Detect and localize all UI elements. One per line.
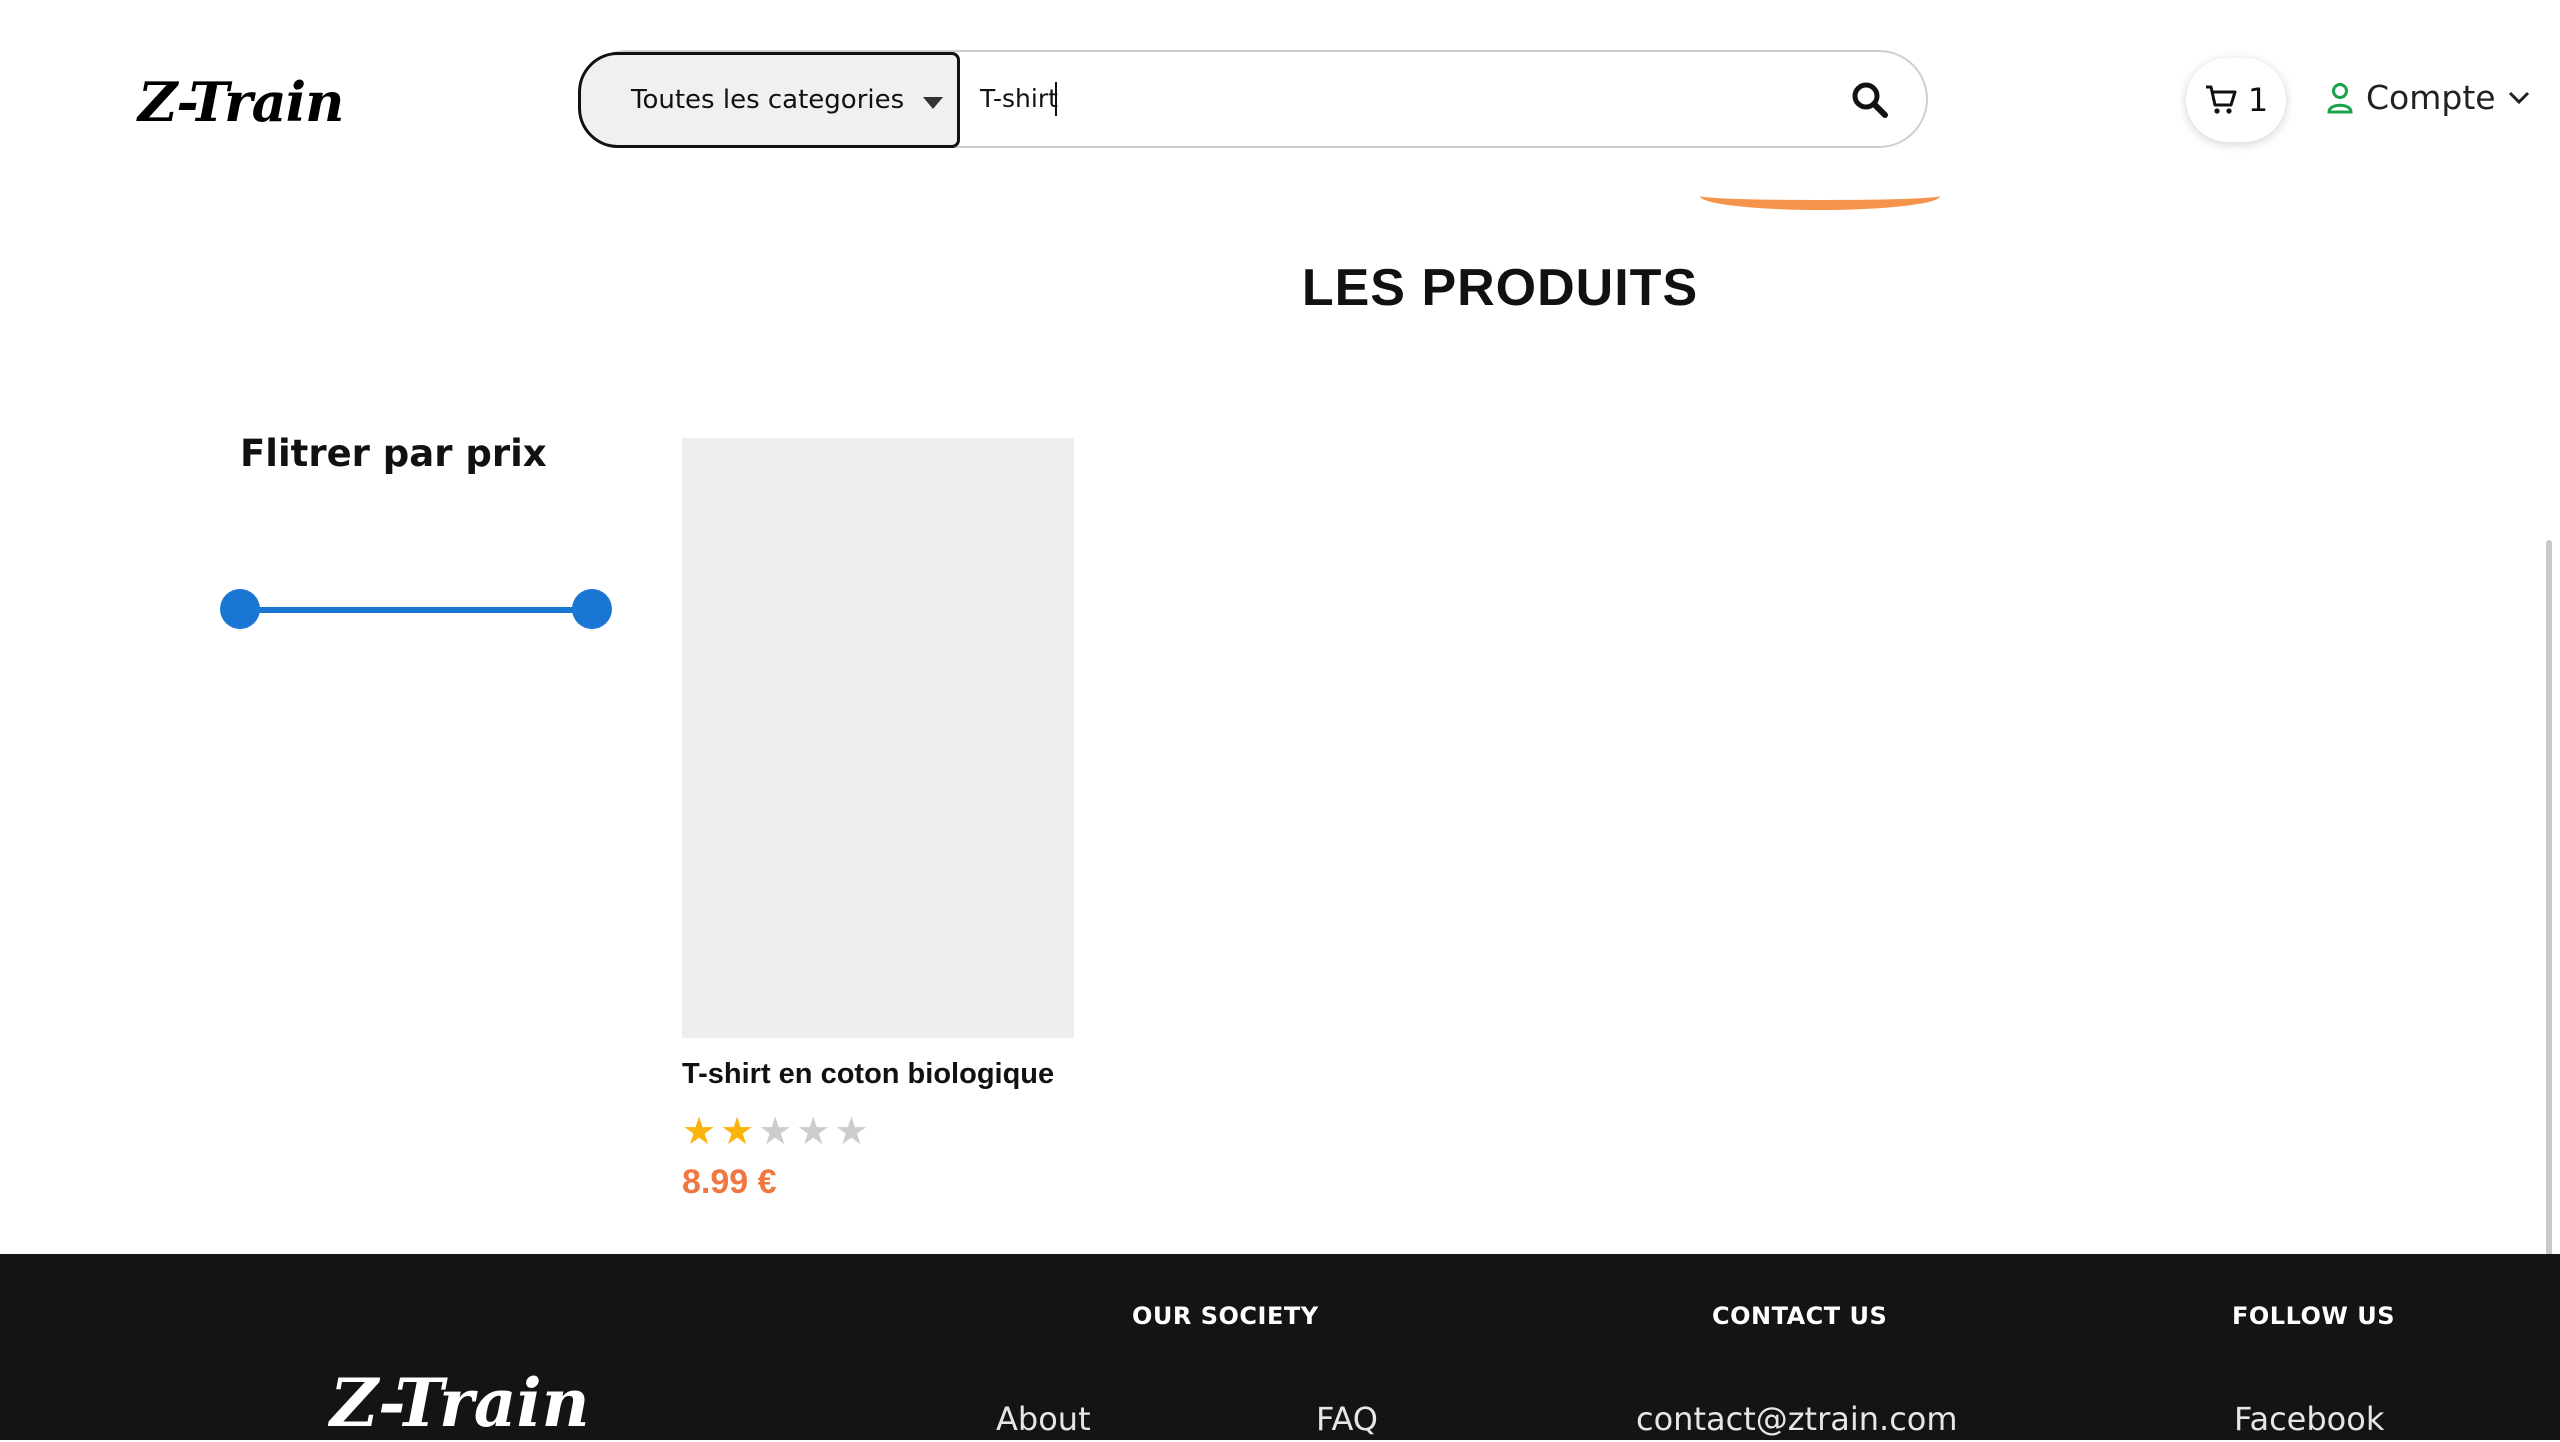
decorative-arc	[1700, 182, 1940, 210]
user-icon	[2327, 82, 2353, 113]
cart-icon	[2205, 85, 2237, 114]
product-name[interactable]: T-shirt en coton biologique	[682, 1058, 1074, 1091]
star-icon: ★	[796, 1109, 831, 1153]
chevron-down-icon	[2508, 91, 2529, 104]
footer-heading-follow: FOLLOW US	[2232, 1302, 2396, 1330]
star-icon: ★	[720, 1109, 755, 1153]
chevron-down-icon	[923, 97, 943, 109]
account-menu[interactable]: Compte	[2326, 78, 2530, 117]
search-icon	[1852, 82, 1888, 118]
cart-button[interactable]: 1	[2186, 58, 2286, 142]
footer: Z-Train OUR SOCIETY About FAQ CONTACT US…	[0, 1254, 2560, 1442]
search-button[interactable]	[1850, 80, 1890, 120]
slider-min-handle[interactable]	[220, 589, 260, 629]
footer-link-about[interactable]: About	[996, 1400, 1091, 1438]
footer-heading-contact: CONTACT US	[1712, 1302, 1888, 1330]
star-icon: ★	[834, 1109, 869, 1153]
search-input[interactable]: T-shirt	[980, 84, 1058, 113]
footer-link-email[interactable]: contact@ztrain.com	[1636, 1400, 1958, 1438]
account-label: Compte	[2366, 78, 2496, 117]
footer-logo[interactable]: Z-Train	[330, 1364, 590, 1442]
footer-link-facebook[interactable]: Facebook	[2234, 1400, 2384, 1438]
star-icon: ★	[758, 1109, 793, 1153]
product-image[interactable]	[682, 438, 1074, 1038]
page-title: LES PRODUITS	[1301, 259, 1699, 317]
price-range-slider[interactable]	[220, 588, 612, 630]
text-caret	[1055, 82, 1057, 116]
slider-max-handle[interactable]	[572, 589, 612, 629]
product-card[interactable]: T-shirt en coton biologique ★ ★ ★ ★ ★ 8.…	[682, 438, 1074, 1202]
footer-heading-society: OUR SOCIETY	[1132, 1302, 1319, 1330]
category-select-label: Toutes les categories	[631, 85, 905, 115]
footer-link-faq[interactable]: FAQ	[1316, 1400, 1378, 1438]
cart-count: 1	[2247, 81, 2269, 119]
page-scrollbar[interactable]	[2546, 540, 2552, 1260]
site-logo[interactable]: Z-Train	[138, 70, 344, 134]
category-select[interactable]: Toutes les categories	[578, 52, 960, 148]
slider-track	[240, 607, 592, 613]
product-price: 8.99 €	[682, 1163, 777, 1201]
price-filter-title: Flitrer par prix	[240, 432, 547, 475]
star-icon: ★	[682, 1109, 717, 1153]
product-rating: ★ ★ ★ ★ ★	[682, 1111, 1074, 1151]
